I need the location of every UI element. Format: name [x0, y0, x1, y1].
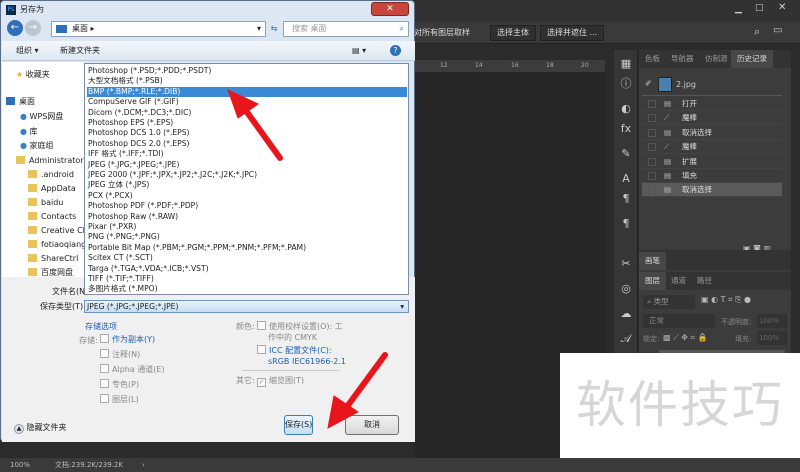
- red-arrow-icon: [227, 89, 283, 161]
- annotation-arrows: [227, 89, 388, 429]
- red-arrow-icon: [327, 352, 388, 429]
